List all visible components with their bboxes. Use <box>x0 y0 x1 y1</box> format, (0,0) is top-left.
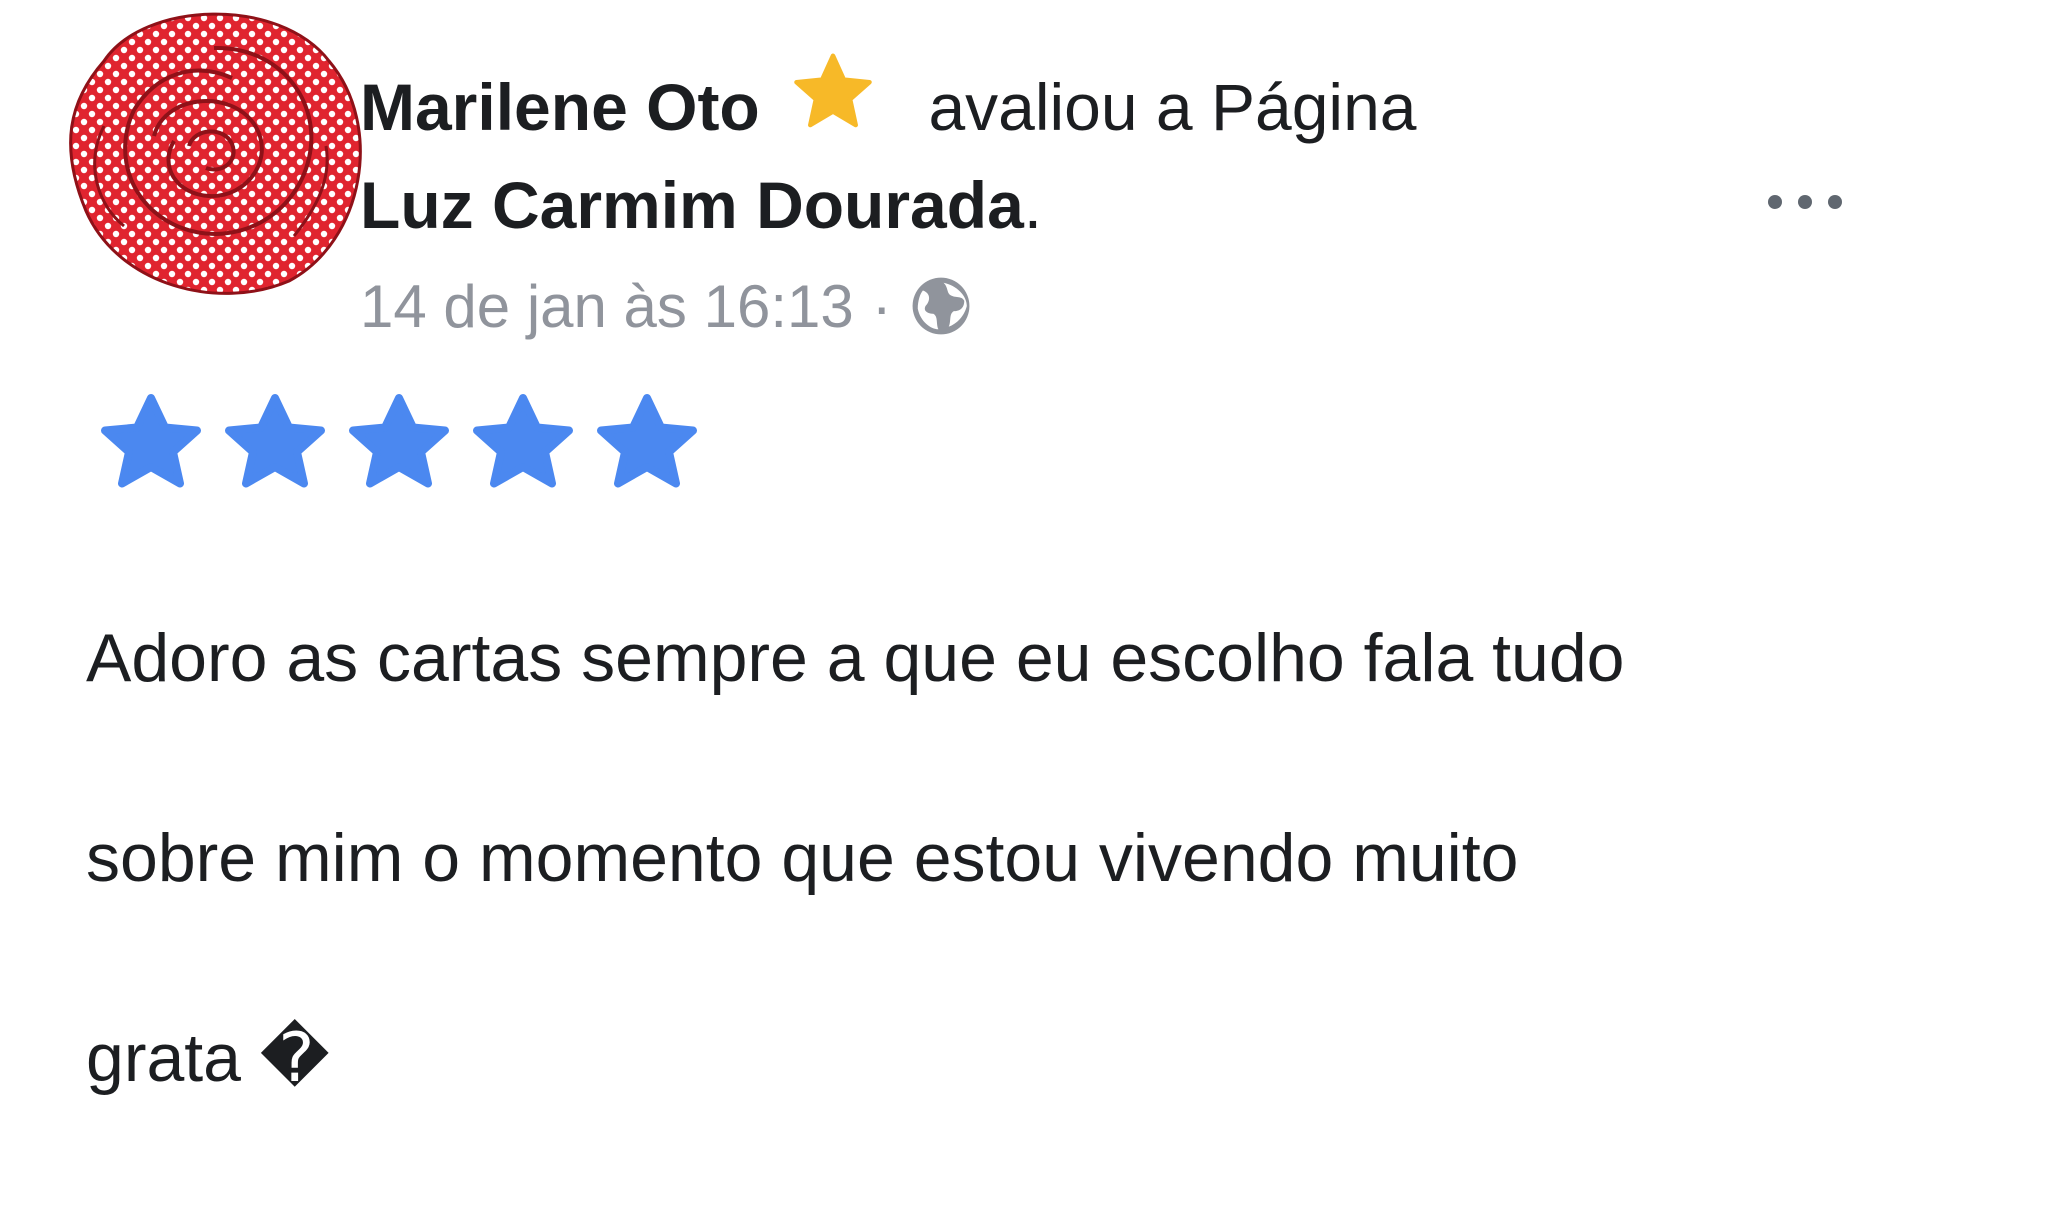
review-meta: 14 de jan às 16:13 · <box>360 262 972 352</box>
action-text: avaliou a Página <box>928 70 1417 144</box>
review-header-page: Luz Carmim Dourada. <box>360 155 1042 255</box>
header-period: . <box>1023 168 1043 242</box>
review-text: Adoro as cartas sempre a que eu escolho … <box>86 508 2016 1208</box>
page-name-link[interactable]: Luz Carmim Dourada <box>360 168 1024 242</box>
rating-star-icon <box>349 394 449 488</box>
globe-icon[interactable] <box>910 275 972 337</box>
more-horizontal-icon <box>1828 195 1842 209</box>
review-text-line: sobre mim o momento que estou vivendo mu… <box>86 820 1519 896</box>
rating-star-icon <box>473 394 573 488</box>
review-header: Marilene Oto avaliou a Página <box>360 52 1416 152</box>
more-horizontal-icon <box>1798 195 1812 209</box>
rating-star-icon <box>597 394 697 488</box>
rose-image <box>69 12 362 295</box>
star-rating <box>90 392 708 488</box>
meta-separator: · <box>871 273 892 340</box>
timestamp-link[interactable]: 14 de jan às 16:13 <box>360 273 854 340</box>
more-horizontal-icon <box>1768 195 1782 209</box>
review-text-line: Adoro as cartas sempre a que eu escolho … <box>86 620 1625 696</box>
author-avatar[interactable] <box>64 6 364 296</box>
author-name-link[interactable]: Marilene Oto <box>360 70 760 144</box>
more-options-button[interactable] <box>1745 180 1865 224</box>
star-icon <box>794 53 872 128</box>
rating-star-icon <box>225 394 325 488</box>
rating-star-icon <box>101 394 201 488</box>
review-text-line: grata � <box>86 1020 330 1096</box>
